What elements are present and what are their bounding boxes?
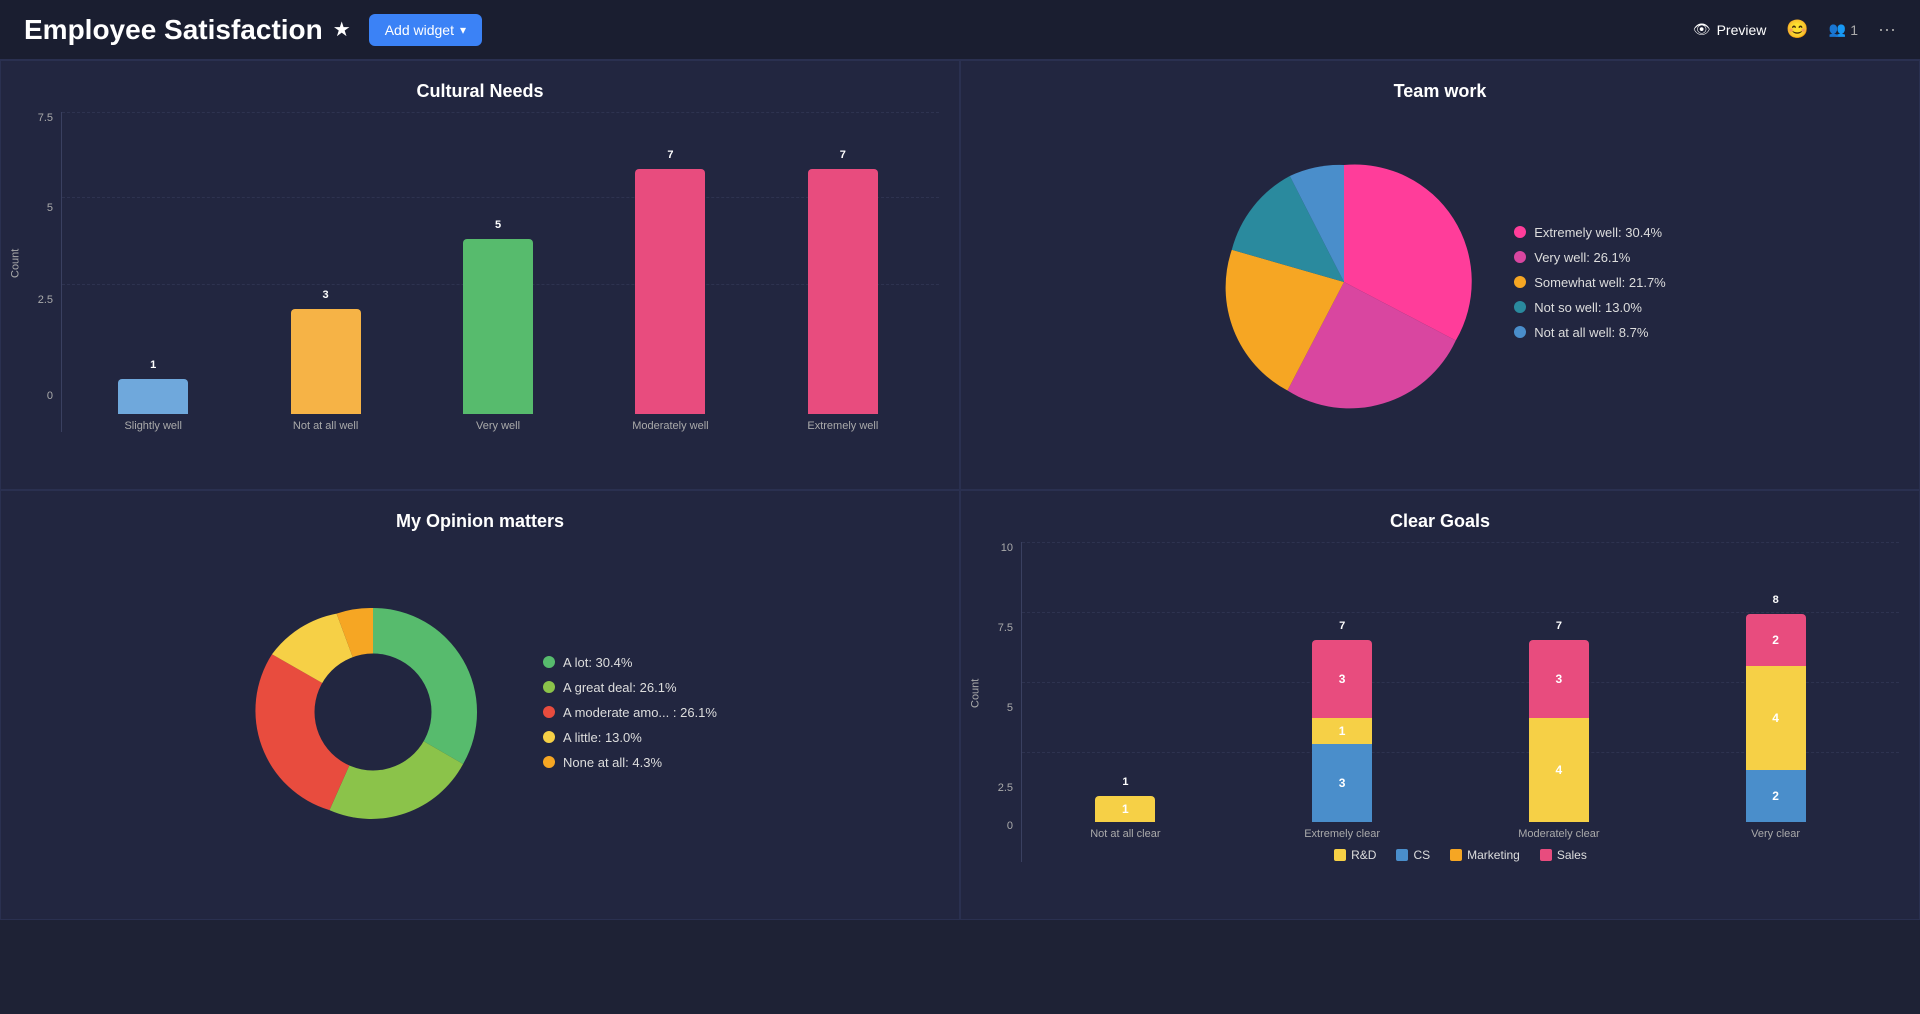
legend-dot-not-at-all-well (1514, 326, 1526, 338)
page-title: Employee Satisfaction (24, 14, 323, 46)
legend-dot-great-deal (543, 681, 555, 693)
legend-dot-not-so-well (1514, 301, 1526, 313)
opinion-legend: A lot: 30.4% A great deal: 26.1% A moder… (543, 655, 717, 770)
header: Employee Satisfaction ★ Add widget 👁 Pre… (0, 0, 1920, 60)
legend-not-at-all-well: Not at all well: 8.7% (1514, 325, 1666, 340)
legend-dot-extremely-well (1514, 226, 1526, 238)
y-label-0: 0 (47, 390, 53, 402)
legend-somewhat-well: Somewhat well: 21.7% (1514, 275, 1666, 290)
x-label-not-at-all-well: Not at all well (249, 420, 401, 432)
bar-moderately-clear: 7 4 3 (1476, 640, 1643, 822)
legend-cs: CS (1396, 848, 1430, 862)
legend-dot-somewhat-well (1514, 276, 1526, 288)
cultural-needs-title: Cultural Needs (21, 81, 939, 102)
seg-rd: 4 (1746, 666, 1806, 770)
seg-sales: 3 (1312, 640, 1372, 718)
eye-icon: 👁 (1693, 21, 1711, 38)
legend-dot-a-lot (543, 656, 555, 668)
cg-y-label: Count (970, 679, 982, 708)
cultural-needs-widget: Cultural Needs 7.5 5 2.5 0 Count 1 (0, 60, 960, 490)
legend-none-at-all: None at all: 4.3% (543, 755, 717, 770)
donut-hole (315, 654, 432, 771)
legend-sq-rd (1334, 849, 1346, 861)
x-label-very-well: Very well (422, 420, 574, 432)
clear-goals-chart: 10 7.5 5 2.5 0 Count 1 (981, 542, 1899, 862)
legend-dot-very-well (1514, 251, 1526, 263)
team-work-title: Team work (981, 81, 1899, 102)
cg-y-7.5: 7.5 (998, 622, 1013, 634)
legend-rd: R&D (1334, 848, 1376, 862)
opinion-matters-title: My Opinion matters (21, 511, 939, 532)
y-label-2.5: 2.5 (38, 294, 53, 306)
legend-a-lot: A lot: 30.4% (543, 655, 717, 670)
header-right: 👁 Preview 😊 👥 1 ··· (1693, 19, 1896, 40)
legend-dot-little (543, 731, 555, 743)
x-label-extremely-well: Extremely well (767, 420, 919, 432)
bar-extremely-well: 7 (767, 169, 919, 414)
team-work-pie (1214, 152, 1474, 412)
bar-very-clear: 8 2 4 2 (1692, 614, 1859, 822)
legend-marketing: Marketing (1450, 848, 1520, 862)
legend-sq-cs (1396, 849, 1408, 861)
user-icon: 👥 (1829, 21, 1846, 38)
legend-sales: Sales (1540, 848, 1587, 862)
opinion-matters-chart: A lot: 30.4% A great deal: 26.1% A moder… (21, 542, 939, 882)
clear-goals-widget: Clear Goals 10 7.5 5 2.5 0 Count (960, 490, 1920, 920)
legend-moderate: A moderate amo... : 26.1% (543, 705, 717, 720)
cg-y-10: 10 (1001, 542, 1013, 554)
team-work-chart: Extremely well: 30.4% Very well: 26.1% S… (981, 112, 1899, 452)
dashboard: Cultural Needs 7.5 5 2.5 0 Count 1 (0, 60, 1920, 1014)
seg-rd: 4 (1529, 718, 1589, 822)
preview-button[interactable]: 👁 Preview (1693, 21, 1767, 38)
emoji-icon[interactable]: 😊 (1786, 19, 1808, 40)
y-label-5: 5 (47, 202, 53, 214)
cg-y-5: 5 (1007, 702, 1013, 714)
bar-not-at-all-clear: 1 1 (1042, 796, 1209, 822)
team-work-legend: Extremely well: 30.4% Very well: 26.1% S… (1514, 225, 1666, 340)
team-work-widget: Team work (960, 60, 1920, 490)
seg-rd: 1 (1095, 796, 1155, 822)
more-icon[interactable]: ··· (1878, 19, 1896, 40)
cg-y-0: 0 (1007, 820, 1013, 832)
clear-goals-legend: R&D CS Marketing Sales (1022, 848, 1899, 862)
legend-sq-sales (1540, 849, 1552, 861)
x-label-very-clear: Very clear (1692, 828, 1859, 840)
legend-extremely-well: Extremely well: 30.4% (1514, 225, 1666, 240)
x-label-moderately-clear: Moderately clear (1476, 828, 1643, 840)
opinion-matters-widget: My Opinion matters A lot: 3 (0, 490, 960, 920)
legend-dot-moderate (543, 706, 555, 718)
seg-sales: 2 (1746, 614, 1806, 666)
x-label-slightly-well: Slightly well (77, 420, 229, 432)
bar-moderately-well: 7 (594, 169, 746, 414)
legend-very-well: Very well: 26.1% (1514, 250, 1666, 265)
seg-sales: 3 (1529, 640, 1589, 718)
star-icon[interactable]: ★ (333, 17, 351, 42)
user-count: 👥 1 (1829, 21, 1858, 38)
clear-goals-title: Clear Goals (981, 511, 1899, 532)
seg-cs: 3 (1312, 744, 1372, 822)
legend-little: A little: 13.0% (543, 730, 717, 745)
seg-rd: 1 (1312, 718, 1372, 744)
cg-y-2.5: 2.5 (998, 782, 1013, 794)
x-label-extremely-clear: Extremely clear (1259, 828, 1426, 840)
bar-very-well: 5 (422, 239, 574, 414)
legend-dot-none (543, 756, 555, 768)
legend-not-so-well: Not so well: 13.0% (1514, 300, 1666, 315)
legend-sq-marketing (1450, 849, 1462, 861)
add-widget-button[interactable]: Add widget (369, 14, 482, 46)
cultural-needs-chart: 7.5 5 2.5 0 Count 1 (21, 112, 939, 432)
legend-great-deal: A great deal: 26.1% (543, 680, 717, 695)
bar-not-at-all-well: 3 (249, 309, 401, 414)
y-label-7.5: 7.5 (38, 112, 53, 124)
x-label-moderately-well: Moderately well (594, 420, 746, 432)
bar-slightly-well: 1 (77, 379, 229, 414)
seg-cs: 2 (1746, 770, 1806, 822)
bar-extremely-clear: 7 3 1 3 (1259, 640, 1426, 822)
opinion-donut (243, 582, 503, 842)
y-axis-label: Count (10, 249, 22, 278)
x-label-not-at-all-clear: Not at all clear (1042, 828, 1209, 840)
